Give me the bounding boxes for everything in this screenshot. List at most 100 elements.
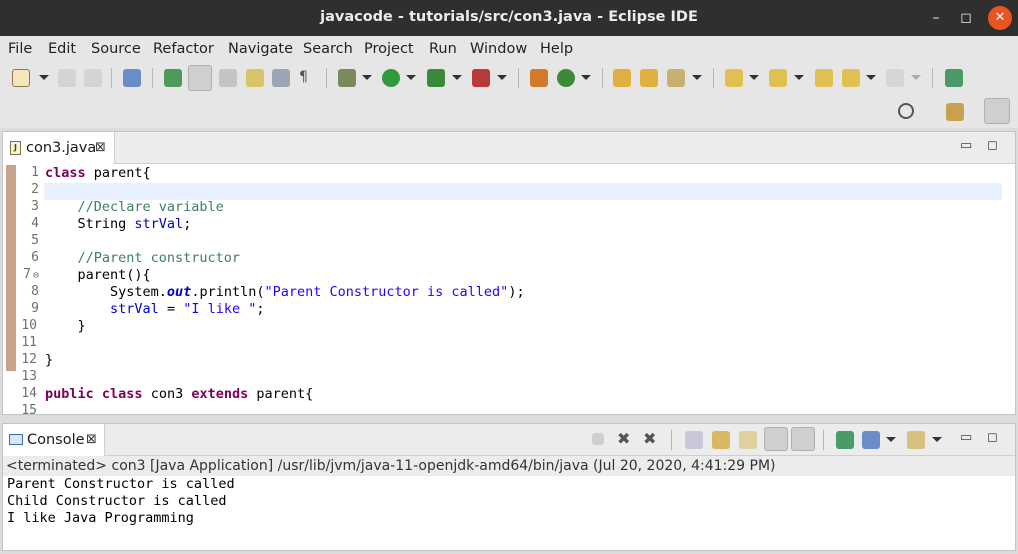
external-tools-dropdown-icon[interactable] (497, 75, 507, 80)
forward-dropdown-icon[interactable] (911, 75, 921, 80)
open-type-icon[interactable] (164, 69, 182, 87)
coverage-dropdown-icon[interactable] (452, 75, 462, 80)
open-project-icon[interactable] (640, 69, 658, 87)
debug-dropdown-icon[interactable] (362, 75, 372, 80)
last-edit-location-icon[interactable] (815, 69, 833, 87)
open-console-icon[interactable] (907, 431, 925, 449)
back-icon[interactable] (842, 69, 860, 87)
remove-all-launches-icon[interactable]: ✖ (643, 431, 661, 449)
search-dropdown-icon[interactable] (692, 75, 702, 80)
new-class-icon[interactable] (557, 69, 575, 87)
menu-run[interactable]: Run (429, 41, 457, 57)
code-text: = (158, 301, 184, 317)
run-dropdown-icon[interactable] (406, 75, 416, 80)
scroll-lock-icon[interactable] (712, 431, 730, 449)
keyword: class (45, 165, 86, 181)
menu-window[interactable]: Window (470, 41, 527, 57)
new-java-project-icon[interactable] (530, 69, 548, 87)
display-console-dropdown-icon[interactable] (886, 437, 896, 442)
code-text: parent{ (248, 386, 314, 402)
show-whitespace-icon[interactable] (246, 69, 264, 87)
clear-console-icon[interactable] (685, 431, 703, 449)
console-icon (9, 434, 23, 445)
toolbar-separator (713, 68, 714, 88)
code-text: ); (508, 284, 525, 300)
back-dropdown-icon[interactable] (866, 75, 876, 80)
remove-launch-icon[interactable]: ✖ (617, 431, 635, 449)
console-view: Console ⊠ ✖ ✖ ▭ ◻ <terminated> con3 [Jav… (2, 423, 1016, 551)
run-icon[interactable] (382, 69, 400, 87)
menu-refactor[interactable]: Refactor (153, 41, 214, 57)
search-pencil-icon[interactable] (667, 69, 685, 87)
open-perspective-icon[interactable] (946, 103, 964, 121)
menu-help[interactable]: Help (540, 41, 573, 57)
toggle-block-selection-icon[interactable] (219, 69, 237, 87)
forward-icon[interactable] (886, 69, 904, 87)
java-perspective-icon[interactable] (984, 98, 1010, 124)
pin-console-icon[interactable] (836, 431, 854, 449)
tab-console[interactable]: Console ⊠ (3, 424, 105, 456)
previous-annotation-dropdown-icon[interactable] (794, 75, 804, 80)
maximize-console-button[interactable]: ◻ (987, 430, 998, 445)
menu-edit[interactable]: Edit (48, 41, 76, 57)
menu-file[interactable]: File (8, 41, 32, 57)
editor-tab-bar: J con3.java ⊠ ▭ ◻ (3, 132, 1015, 164)
word-wrap-icon[interactable] (739, 431, 757, 449)
next-annotation-icon[interactable] (725, 69, 743, 87)
code-line: parent(){ (45, 267, 151, 283)
code-area[interactable]: ⊖ 1 2 3 4 5 6 7 8 9 10 11 12 13 14 15 cl… (3, 165, 1015, 414)
tab-label: Console (27, 432, 85, 448)
new-class-dropdown-icon[interactable] (581, 75, 591, 80)
close-window-button[interactable]: ✕ (988, 6, 1012, 30)
toolbar-separator (932, 68, 933, 88)
coverage-icon[interactable] (427, 69, 445, 87)
new-dropdown-icon[interactable] (39, 75, 49, 80)
minimize-editor-button[interactable]: ▭ (960, 138, 972, 153)
open-folder-icon[interactable] (613, 69, 631, 87)
terminate-icon[interactable] (592, 433, 604, 445)
save-all-icon[interactable] (84, 69, 102, 87)
skip-breakpoints-icon[interactable] (123, 69, 141, 87)
string-literal: "Parent Constructor is called" (264, 284, 509, 300)
show-on-error-icon[interactable] (791, 427, 815, 451)
maximize-window-button[interactable]: ◻ (954, 6, 978, 30)
close-tab-icon[interactable]: ⊠ (86, 432, 97, 447)
code-line: System.out.println("Parent Constructor i… (45, 284, 525, 300)
save-icon[interactable] (58, 69, 76, 87)
word-wrap-icon[interactable] (272, 69, 290, 87)
display-console-icon[interactable] (862, 431, 880, 449)
line-number: 1 (31, 165, 39, 180)
maximize-editor-button[interactable]: ◻ (987, 138, 998, 153)
minimize-window-button[interactable]: – (924, 6, 948, 30)
keyword: extends (191, 386, 249, 402)
line-number: 15 (21, 403, 37, 414)
close-tab-icon[interactable]: ⊠ (95, 140, 106, 155)
code-line: //Parent constructor (45, 250, 241, 266)
line-number: 2 (31, 182, 39, 197)
pilcrow-icon[interactable]: ¶ (299, 69, 317, 87)
menu-search[interactable]: Search (303, 41, 353, 57)
previous-annotation-icon[interactable] (769, 69, 787, 87)
debug-icon[interactable] (338, 69, 356, 87)
show-on-output-icon[interactable] (764, 427, 788, 451)
field-name: strVal (110, 301, 159, 317)
menu-project[interactable]: Project (364, 41, 414, 57)
line-number: 14 (21, 386, 37, 401)
tab-con3-java[interactable]: J con3.java ⊠ (3, 132, 115, 164)
open-console-dropdown-icon[interactable] (932, 437, 942, 442)
external-tools-icon[interactable] (472, 69, 490, 87)
minimize-console-button[interactable]: ▭ (960, 430, 972, 445)
menu-source[interactable]: Source (91, 41, 141, 57)
pin-editor-icon[interactable] (945, 69, 963, 87)
next-annotation-dropdown-icon[interactable] (749, 75, 759, 80)
fold-collapse-icon[interactable]: ⊖ (33, 270, 39, 281)
code-line: class parent{ (45, 165, 151, 181)
menu-navigate[interactable]: Navigate (228, 41, 293, 57)
code-line: //Declare variable (45, 199, 224, 215)
new-icon[interactable] (12, 69, 30, 87)
search-icon[interactable] (898, 103, 914, 119)
line-number: 13 (21, 369, 37, 384)
toggle-mark-occurrences-icon[interactable] (188, 65, 212, 91)
